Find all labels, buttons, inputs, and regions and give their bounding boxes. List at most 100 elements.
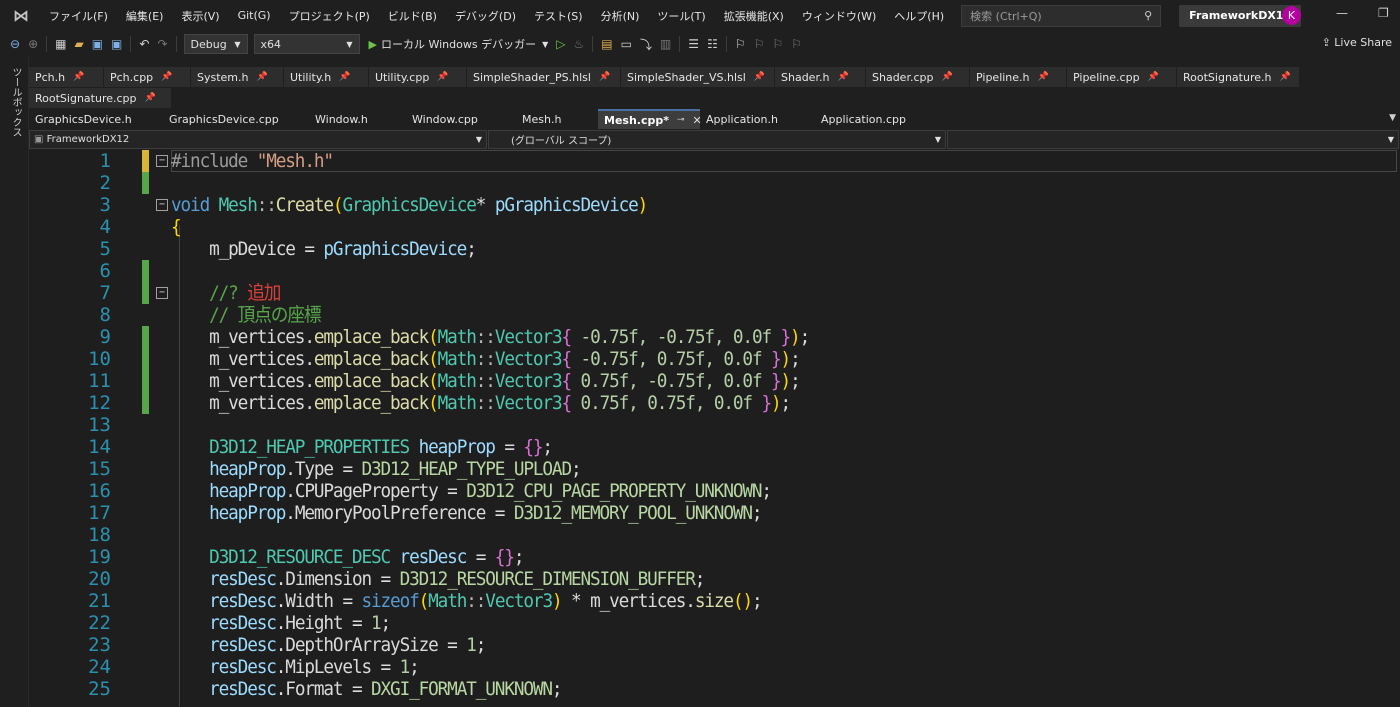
bookmark-clear-icon[interactable]: ⚐ — [791, 37, 802, 51]
doc-tab[interactable]: Application.h — [700, 109, 815, 129]
pinned-tab[interactable]: RootSignature.cpp 📌 — [29, 88, 171, 108]
code-text[interactable]: m_pDevice = pGraphicsDevice; — [171, 238, 477, 260]
step-icon[interactable]: ⤵ — [640, 36, 652, 53]
search-box[interactable]: 検索 (Ctrl+Q) ⚲ — [961, 4, 1162, 27]
minimize-icon[interactable]: — — [1336, 6, 1348, 20]
menu-test[interactable]: テスト(S) — [525, 8, 592, 24]
doc-tab[interactable]: GraphicsDevice.h — [29, 109, 163, 129]
pinned-tab[interactable]: System.h 📌 — [191, 67, 283, 87]
tab-overflow-icon[interactable]: ▼ — [1389, 113, 1396, 123]
window-layout-icon[interactable]: ▭ — [621, 37, 632, 51]
code-text[interactable]: { — [171, 216, 182, 238]
bookmark-next-icon[interactable]: ⚐ — [772, 37, 783, 51]
pin-icon[interactable]: 📌 — [1148, 72, 1159, 82]
pinned-tab[interactable]: Shader.cpp 📌 — [866, 67, 969, 87]
pinned-tab[interactable]: Pch.cpp 📌 — [104, 67, 190, 87]
project-select[interactable]: ▣ FrameworkDX12 ▼ — [29, 130, 487, 149]
undo-icon[interactable]: ↶ — [139, 37, 149, 51]
doc-tab[interactable]: Application.cpp — [815, 109, 935, 129]
uncomment-icon[interactable]: ☷ — [707, 37, 718, 51]
code-text[interactable]: heapProp.CPUPageProperty = D3D12_CPU_PAG… — [171, 480, 772, 502]
account-avatar[interactable]: K — [1282, 6, 1301, 25]
bookmark-prev-icon[interactable]: ⚐ — [754, 37, 765, 51]
menu-help[interactable]: ヘルプ(H) — [885, 8, 953, 24]
menu-build[interactable]: ビルド(B) — [379, 8, 446, 24]
solution-explorer-icon[interactable]: ▤ — [601, 37, 612, 51]
doc-tab[interactable]: GraphicsDevice.cpp — [163, 109, 309, 129]
breakpoint-layout-icon[interactable]: ▥ — [660, 37, 671, 51]
pin-icon[interactable]: 📌 — [145, 93, 156, 103]
menu-git[interactable]: Git(G) — [229, 9, 280, 22]
pinned-tab[interactable]: SimpleShader_VS.hlsl 📌 — [621, 67, 774, 87]
pinned-tab[interactable]: Pch.h 📌 — [29, 67, 103, 87]
restore-icon[interactable]: ❐ — [1378, 6, 1389, 20]
menu-debug[interactable]: デバッグ(D) — [446, 8, 525, 24]
menu-file[interactable]: ファイル(F) — [40, 8, 117, 24]
start-without-debugging-icon[interactable]: ▷ — [556, 37, 565, 51]
pin-icon[interactable]: 📌 — [437, 72, 448, 82]
pin-icon[interactable]: 📌 — [339, 72, 350, 82]
pin-icon[interactable]: 📌 — [161, 72, 172, 82]
visual-studio-logo-icon[interactable]: ⋈ — [10, 5, 32, 27]
doc-tab[interactable]: Mesh.h — [516, 109, 598, 129]
code-text[interactable]: D3D12_HEAP_PROPERTIES heapProp = {}; — [171, 436, 553, 458]
scope-select[interactable]: (グローバル スコープ) ▼ — [488, 130, 946, 149]
menu-window[interactable]: ウィンドウ(W) — [793, 8, 885, 24]
code-text[interactable]: heapProp.MemoryPoolPreference = D3D12_ME… — [171, 502, 762, 524]
live-share-button[interactable]: ⇪ Live Share — [1322, 36, 1392, 49]
code-text[interactable]: heapProp.Type = D3D12_HEAP_TYPE_UPLOAD; — [171, 458, 582, 480]
pin-icon[interactable]: 📌 — [754, 72, 765, 82]
forward-icon[interactable]: ⊕ — [28, 37, 38, 51]
redo-icon[interactable]: ↷ — [157, 37, 167, 51]
code-text[interactable]: //? 追加 — [171, 282, 281, 304]
pin-icon[interactable]: 📌 — [1038, 72, 1049, 82]
pin-icon[interactable]: 📌 — [941, 72, 952, 82]
pin-icon[interactable]: 📌 — [599, 72, 610, 82]
code-text[interactable]: resDesc.Height = 1; — [171, 612, 391, 634]
doc-tab[interactable]: Window.h — [309, 109, 406, 129]
back-icon[interactable]: ⊖ — [10, 37, 20, 51]
pin-icon[interactable]: 📌 — [73, 72, 84, 82]
code-text[interactable]: m_vertices.emplace_back(Math::Vector3{ -… — [171, 326, 810, 348]
pinned-tab[interactable]: Utility.h 📌 — [284, 67, 368, 87]
pin-icon[interactable]: 📌 — [837, 72, 848, 82]
code-text[interactable]: m_vertices.emplace_back(Math::Vector3{ 0… — [171, 392, 791, 414]
collapse-icon[interactable]: − — [156, 199, 168, 211]
member-select[interactable]: ▼ — [947, 130, 1399, 149]
collapse-icon[interactable]: − — [156, 155, 168, 167]
open-folder-icon[interactable]: ▰ — [74, 37, 83, 51]
code-text[interactable]: m_vertices.emplace_back(Math::Vector3{ -… — [171, 348, 801, 370]
hot-reload-icon[interactable]: ♨ — [573, 37, 584, 51]
menu-project[interactable]: プロジェクト(P) — [280, 8, 379, 24]
menu-edit[interactable]: 編集(E) — [117, 8, 173, 24]
doc-tab-active[interactable]: Mesh.cpp* ⊸ ✕ — [598, 109, 702, 129]
code-text[interactable]: #include "Mesh.h" — [171, 150, 334, 172]
pinned-tab[interactable]: Shader.h 📌 — [775, 67, 865, 87]
code-text[interactable]: void Mesh::Create(GraphicsDevice* pGraph… — [171, 194, 648, 216]
pinned-tab[interactable]: Pipeline.h 📌 — [970, 67, 1066, 87]
code-editor[interactable]: 1 − #include "Mesh.h" 2 3 − void Mesh::C… — [29, 150, 1400, 707]
pin-icon[interactable]: 📌 — [257, 72, 268, 82]
search-icon[interactable]: ⚲ — [1144, 9, 1152, 22]
menu-view[interactable]: 表示(V) — [172, 8, 228, 24]
code-text[interactable]: m_vertices.emplace_back(Math::Vector3{ 0… — [171, 370, 801, 392]
code-text[interactable]: resDesc.Format = DXGI_FORMAT_UNKNOWN; — [171, 678, 562, 700]
code-text[interactable]: resDesc.Dimension = D3D12_RESOURCE_DIMEN… — [171, 568, 705, 590]
start-debugging-button[interactable]: ▶ ローカル Windows デバッガー ▼ — [369, 36, 549, 52]
pin-icon[interactable]: 📌 — [1279, 72, 1290, 82]
pinned-tab[interactable]: SimpleShader_PS.hlsl 📌 — [467, 67, 620, 87]
new-project-icon[interactable]: ▦ — [55, 37, 66, 51]
doc-tab[interactable]: Window.cpp — [406, 109, 516, 129]
pinned-tab[interactable]: Utility.cpp 📌 — [369, 67, 466, 87]
menu-tools[interactable]: ツール(T) — [648, 8, 714, 24]
toolbox-tab[interactable]: ツールボックス — [8, 67, 23, 137]
menu-analyze[interactable]: 分析(N) — [592, 8, 649, 24]
code-text[interactable]: resDesc.Width = sizeof(Math::Vector3) * … — [171, 590, 763, 612]
comment-out-icon[interactable]: ☰ — [688, 37, 699, 51]
pinned-tab[interactable]: Pipeline.cpp 📌 — [1067, 67, 1176, 87]
save-all-icon[interactable]: ▣ — [111, 37, 122, 51]
bookmark-icon[interactable]: ⚐ — [735, 37, 746, 51]
save-icon[interactable]: ▣ — [92, 37, 103, 51]
collapse-icon[interactable]: − — [156, 287, 168, 299]
code-text[interactable]: // 頂点の座標 — [171, 304, 321, 326]
